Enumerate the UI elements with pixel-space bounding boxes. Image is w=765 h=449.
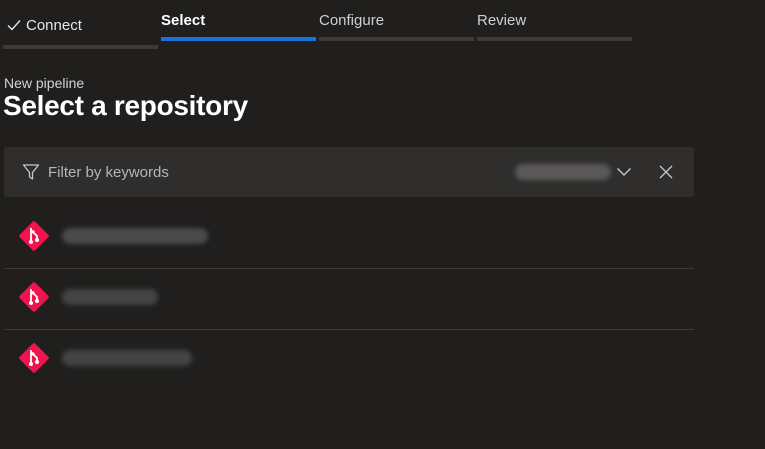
- page-subtitle: New pipeline: [4, 75, 85, 91]
- page-title: Select a repository: [3, 90, 248, 121]
- step-review-indicator: [477, 37, 632, 41]
- step-select-indicator: [161, 37, 316, 41]
- list-item[interactable]: [4, 208, 694, 269]
- git-repo-icon: [19, 282, 49, 312]
- git-repo-icon: [19, 343, 49, 373]
- step-review-label: Review: [477, 12, 527, 29]
- step-select-label: Select: [161, 12, 206, 29]
- list-item[interactable]: [4, 330, 694, 390]
- repository-name: [62, 350, 192, 366]
- chevron-down-icon: [617, 168, 631, 176]
- new-pipeline-page: Connect Select Configure Review New pipe…: [0, 0, 765, 449]
- filter-keywords-input[interactable]: [48, 160, 468, 184]
- step-configure-indicator: [319, 37, 474, 41]
- close-icon[interactable]: [656, 162, 676, 182]
- step-connect-indicator: [3, 45, 158, 49]
- step-configure-label: Configure: [319, 12, 385, 29]
- git-repo-icon: [19, 221, 49, 251]
- repository-name: [62, 289, 158, 305]
- check-icon: [7, 20, 21, 31]
- filter-scope-dropdown[interactable]: [509, 157, 639, 187]
- step-select[interactable]: Select: [161, 0, 316, 52]
- wizard-stepper: Connect Select Configure Review: [0, 0, 640, 52]
- repository-list: [4, 208, 694, 390]
- list-item[interactable]: [4, 269, 694, 330]
- filter-bar: [4, 147, 694, 197]
- step-connect-text: Connect: [26, 17, 82, 34]
- step-review[interactable]: Review: [477, 0, 632, 52]
- repository-name: [62, 228, 208, 244]
- step-connect-label: Connect: [7, 17, 82, 34]
- filter-icon: [22, 164, 40, 180]
- step-configure[interactable]: Configure: [319, 0, 474, 52]
- step-connect[interactable]: Connect: [3, 0, 158, 52]
- filter-scope-value: [515, 164, 611, 180]
